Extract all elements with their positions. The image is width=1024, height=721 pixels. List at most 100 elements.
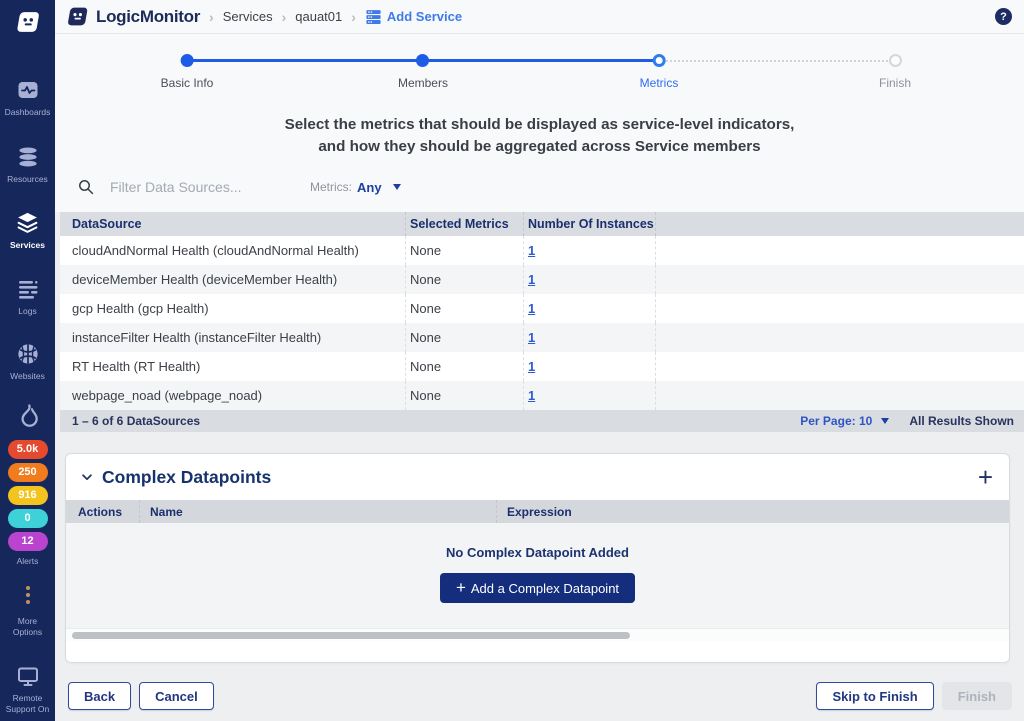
chevron-down-icon[interactable]: [881, 418, 889, 424]
sidebar-item-label: Websites: [10, 371, 45, 382]
horizontal-scrollbar: [66, 628, 1009, 641]
datasource-name: webpage_noad (webpage_noad): [60, 381, 406, 410]
complex-datapoints-empty-state: No Complex Datapoint Added + Add a Compl…: [66, 523, 1009, 628]
selected-metrics-value: None: [406, 265, 524, 294]
sidebar-item-label: Resources: [7, 174, 48, 185]
alert-badge-error[interactable]: 250: [8, 463, 48, 482]
per-page-dropdown[interactable]: Per Page: 10: [800, 414, 872, 428]
search-icon: [77, 178, 95, 196]
more-options-label: More Options: [13, 616, 42, 638]
breadcrumb-services[interactable]: Services: [223, 9, 273, 24]
alert-badges: 5.0k 250 916 0 12 Alerts: [0, 440, 55, 567]
scrollbar-thumb[interactable]: [72, 632, 630, 639]
instances-link[interactable]: 1: [528, 359, 535, 374]
datasource-table-header: DataSource Selected Metrics Number Of In…: [60, 212, 1024, 236]
column-header-instances[interactable]: Number Of Instances: [524, 212, 656, 236]
column-header-datasource[interactable]: DataSource: [60, 212, 406, 236]
datasource-name: instanceFilter Health (instanceFilter He…: [60, 323, 406, 352]
table-footer: 1 – 6 of 6 DataSources Per Page: 10 All …: [60, 410, 1024, 432]
step-members[interactable]: Members: [398, 54, 448, 90]
main-area: LogicMonitor › Services › qauat01 › Add …: [55, 0, 1024, 721]
plus-icon: +: [456, 578, 466, 598]
step-metrics[interactable]: Metrics: [640, 54, 679, 90]
instructions-text: Select the metrics that should be displa…: [55, 114, 1024, 158]
add-icon[interactable]: +: [978, 467, 993, 487]
table-row[interactable]: instanceFilter Health (instanceFilter He…: [60, 323, 1024, 352]
breadcrumb-add-service[interactable]: Add Service: [365, 8, 462, 25]
alert-badge-warning[interactable]: 916: [8, 486, 48, 505]
alerts-flame-icon: [0, 402, 55, 428]
instances-link[interactable]: 1: [528, 388, 535, 403]
column-header-selected-metrics[interactable]: Selected Metrics: [406, 212, 524, 236]
more-options-icon: [26, 583, 30, 607]
panel-bottom-padding: [66, 641, 1009, 662]
sidebar-item-resources[interactable]: Resources: [0, 145, 55, 185]
breadcrumb-chevron-icon: ›: [209, 9, 214, 25]
selected-metrics-value: None: [406, 294, 524, 323]
sidebar-item-services[interactable]: Services: [0, 210, 55, 251]
stepper-line-upcoming: [659, 60, 895, 62]
brand-wordmark: LogicMonitor: [96, 7, 200, 27]
step-dot: [653, 54, 666, 67]
help-icon[interactable]: ?: [995, 8, 1012, 25]
step-dot: [888, 54, 901, 67]
instances-link[interactable]: 1: [528, 301, 535, 316]
datasource-name: deviceMember Health (deviceMember Health…: [60, 265, 406, 294]
cancel-button[interactable]: Cancel: [139, 682, 214, 710]
logs-icon: [16, 277, 40, 301]
section-title: Complex Datapoints: [102, 467, 271, 488]
sidebar-item-label: Services: [10, 240, 45, 251]
alert-badge-other[interactable]: 12: [8, 532, 48, 551]
selected-metrics-value: None: [406, 236, 524, 265]
alert-badge-critical[interactable]: 5.0k: [8, 440, 48, 459]
sidebar-item-label: Dashboards: [5, 107, 51, 118]
instances-link[interactable]: 1: [528, 243, 535, 258]
alert-badge-info[interactable]: 0: [8, 509, 48, 528]
selected-metrics-value: None: [406, 381, 524, 410]
column-header-actions: Actions: [66, 500, 140, 523]
sidebar-item-more-options[interactable]: More Options: [0, 583, 55, 638]
remote-support-monitor-icon: [16, 664, 40, 688]
table-row[interactable]: webpage_noad (webpage_noad) None 1: [60, 381, 1024, 410]
table-row[interactable]: deviceMember Health (deviceMember Health…: [60, 265, 1024, 294]
step-dot: [180, 54, 193, 67]
finish-button[interactable]: Finish: [942, 682, 1012, 710]
dashboards-icon: [16, 78, 40, 102]
search-input[interactable]: [110, 179, 270, 195]
table-row[interactable]: RT Health (RT Health) None 1: [60, 352, 1024, 381]
sidebar-item-logs[interactable]: Logs: [0, 277, 55, 317]
step-dot: [416, 54, 429, 67]
step-basic-info[interactable]: Basic Info: [161, 54, 214, 90]
chevron-down-icon[interactable]: [80, 470, 94, 484]
all-results-shown-label: All Results Shown: [909, 414, 1014, 428]
back-button[interactable]: Back: [68, 682, 131, 710]
sidebar-item-dashboards[interactable]: Dashboards: [0, 78, 55, 118]
add-complex-datapoint-button[interactable]: + Add a Complex Datapoint: [440, 573, 635, 603]
instances-link[interactable]: 1: [528, 272, 535, 287]
add-service-icon: [365, 8, 382, 25]
column-header-empty: [656, 212, 1024, 236]
websites-icon: [16, 342, 40, 366]
column-header-expression: Expression: [497, 505, 1009, 519]
sidebar-item-remote-support[interactable]: Remote Support On: [0, 664, 55, 715]
skip-to-finish-button[interactable]: Skip to Finish: [816, 682, 933, 710]
step-finish[interactable]: Finish: [879, 54, 911, 90]
instances-link[interactable]: 1: [528, 330, 535, 345]
datasource-name: RT Health (RT Health): [60, 352, 406, 381]
metrics-filter-dropdown[interactable]: Metrics: Any: [310, 180, 401, 195]
breadcrumb-qauat01[interactable]: qauat01: [295, 9, 342, 24]
sidebar-logo[interactable]: [0, 8, 55, 36]
sidebar-item-websites[interactable]: Websites: [0, 342, 55, 382]
datasource-table: DataSource Selected Metrics Number Of In…: [60, 212, 1024, 432]
table-row[interactable]: gcp Health (gcp Health) None 1: [60, 294, 1024, 323]
complex-datapoints-panel: Complex Datapoints + Actions Name Expres…: [65, 453, 1010, 663]
chevron-down-icon: [393, 184, 401, 190]
sidebar-item-label: Logs: [18, 306, 36, 317]
empty-state-text: No Complex Datapoint Added: [66, 545, 1009, 560]
sidebar: Dashboards Resources Services: [0, 0, 55, 721]
table-row[interactable]: cloudAndNormal Health (cloudAndNormal He…: [60, 236, 1024, 265]
breadcrumb-chevron-icon: ›: [282, 9, 287, 25]
top-bar: LogicMonitor › Services › qauat01 › Add …: [55, 0, 1024, 34]
selected-metrics-value: None: [406, 323, 524, 352]
selected-metrics-value: None: [406, 352, 524, 381]
